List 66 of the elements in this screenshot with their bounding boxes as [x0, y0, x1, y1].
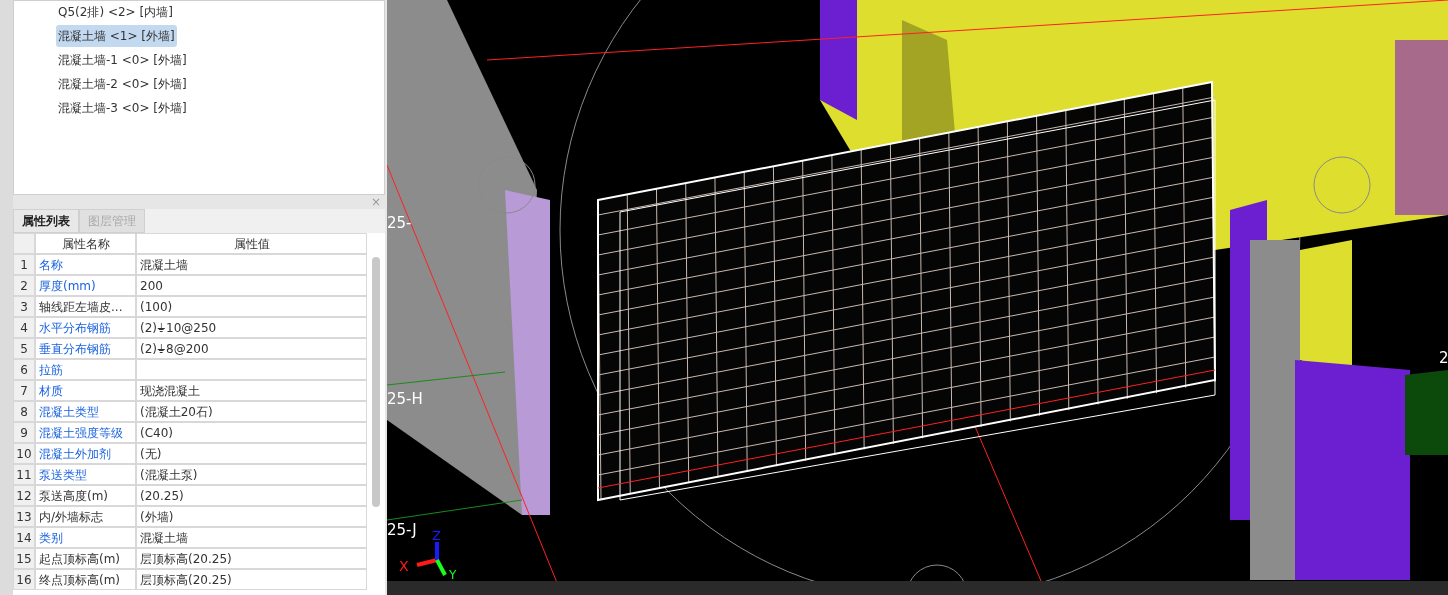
row-number: 8: [13, 401, 35, 422]
property-value: (外墙): [136, 506, 367, 527]
axis-label: 25-J: [387, 521, 417, 539]
property-name: 材质: [35, 380, 136, 401]
row-number: 16: [13, 569, 35, 590]
tree-item[interactable]: 混凝土墙-1 <0> [外墙]: [56, 49, 189, 71]
property-value: 200: [136, 275, 367, 296]
property-name: 名称: [35, 254, 136, 275]
property-value: (混凝土20石): [136, 401, 367, 422]
property-value: 现浇混凝土: [136, 380, 367, 401]
property-name: 混凝土类型: [35, 401, 136, 422]
property-name: 水平分布钢筋: [35, 317, 136, 338]
property-value: (20.25): [136, 485, 367, 506]
property-value: (2)⏚10@250: [136, 317, 367, 338]
property-value: (2)⏚8@200: [136, 338, 367, 359]
property-value: 层顶标高(20.25): [136, 548, 367, 569]
property-name: 泵送高度(m): [35, 485, 136, 506]
tree-item[interactable]: 混凝土墙 <1> [外墙]: [56, 25, 177, 47]
row-number: 14: [13, 527, 35, 548]
axis-letter: Y: [449, 568, 457, 582]
property-name: 类别: [35, 527, 136, 548]
property-name: 泵送类型: [35, 464, 136, 485]
row-number: 4: [13, 317, 35, 338]
property-name: 垂直分布钢筋: [35, 338, 136, 359]
property-name: 拉筋: [35, 359, 136, 380]
property-name: 内/外墙标志: [35, 506, 136, 527]
row-number: 2: [13, 275, 35, 296]
row-number: 3: [13, 296, 35, 317]
row-number: 13: [13, 506, 35, 527]
3d-viewport[interactable]: 25- 25-H 25-J 2 X Y Z: [387, 0, 1448, 595]
axis-label: 25-H: [387, 390, 423, 408]
property-name: 混凝土外加剂: [35, 443, 136, 464]
column-header: 属性名称: [35, 233, 136, 254]
property-value: (C40): [136, 422, 367, 443]
property-name: 厚度(mm): [35, 275, 136, 296]
row-number: 1: [13, 254, 35, 275]
row-number: 5: [13, 338, 35, 359]
panel-tab[interactable]: 属性列表: [13, 209, 79, 233]
property-value: (混凝土泵): [136, 464, 367, 485]
table-corner-cell: [13, 233, 35, 254]
row-number: 12: [13, 485, 35, 506]
property-name: 起点顶标高(m): [35, 548, 136, 569]
row-number: 10: [13, 443, 35, 464]
property-value: 混凝土墙: [136, 527, 367, 548]
axis-letter: X: [399, 558, 409, 574]
tree-item[interactable]: 混凝土墙-3 <0> [外墙]: [56, 97, 189, 119]
row-number: 9: [13, 422, 35, 443]
axis-label: 25-: [387, 214, 412, 232]
axis-gizmo-icon: [416, 542, 447, 576]
row-number: 11: [13, 464, 35, 485]
property-name: 轴线距左墙皮...: [35, 296, 136, 317]
property-value: 混凝土墙: [136, 254, 367, 275]
row-number: 7: [13, 380, 35, 401]
property-name: 终点顶标高(m): [35, 569, 136, 590]
property-name: 混凝土强度等级: [35, 422, 136, 443]
tree-item[interactable]: Q5(2排) <2> [内墙]: [56, 1, 175, 23]
scrollbar-thumb[interactable]: [372, 257, 380, 507]
axis-label: 2: [1439, 349, 1448, 367]
row-number: 6: [13, 359, 35, 380]
row-number: 15: [13, 548, 35, 569]
column-header: 属性值: [136, 233, 367, 254]
property-value: (无): [136, 443, 367, 464]
property-value: (100): [136, 296, 367, 317]
property-value: 层顶标高(20.25): [136, 569, 367, 590]
axis-letter: Z: [432, 528, 441, 543]
tree-item[interactable]: 混凝土墙-2 <0> [外墙]: [56, 73, 189, 95]
